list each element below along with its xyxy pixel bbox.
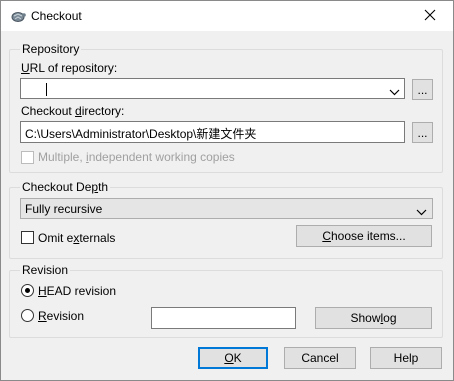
title-bar: Checkout	[1, 1, 453, 31]
browse-url-button[interactable]: ...	[412, 79, 433, 100]
text-cursor	[46, 83, 47, 96]
revision-group-label: Revision	[20, 263, 71, 277]
cancel-button[interactable]: Cancel	[284, 347, 356, 369]
window-title: Checkout	[31, 9, 82, 23]
close-icon	[424, 9, 436, 24]
chevron-down-icon[interactable]	[389, 85, 400, 99]
head-revision-label: HEAD revision	[38, 284, 117, 298]
checkout-directory-input[interactable]: C:\Users\Administrator\Desktop\新建文件夹	[20, 121, 405, 143]
checkout-depth-value: Fully recursive	[25, 202, 103, 216]
radio-selected-dot	[25, 288, 30, 293]
multiple-working-copies-label: Multiple, independent working copies	[38, 150, 235, 164]
specific-revision-radio[interactable]	[21, 309, 34, 322]
browse-directory-button[interactable]: ...	[412, 122, 433, 143]
help-button[interactable]: Help	[370, 347, 442, 369]
checkout-depth-group-label: Checkout Depth	[20, 180, 111, 194]
specific-revision-label: Revision	[38, 309, 85, 323]
url-combobox[interactable]	[20, 78, 405, 99]
url-label: URL of repository:	[21, 61, 118, 75]
tortoise-icon	[10, 9, 26, 23]
head-revision-radio[interactable]	[21, 284, 34, 297]
checkout-depth-select[interactable]: Fully recursive	[20, 198, 433, 219]
omit-externals-label: Omit externals	[38, 231, 116, 245]
show-log-button[interactable]: Show l og	[315, 307, 432, 329]
ok-button[interactable]: OK	[198, 347, 268, 369]
choose-items-button[interactable]: Choose items...	[296, 225, 432, 247]
omit-externals-checkbox[interactable]	[21, 231, 34, 244]
multiple-working-copies-checkbox[interactable]	[21, 151, 34, 164]
checkout-dialog: Checkout Repository URL of repository: .…	[0, 0, 454, 381]
close-button[interactable]	[407, 1, 453, 31]
repository-group-label: Repository	[20, 42, 82, 56]
checkout-directory-label: Checkout directory:	[21, 104, 125, 118]
revision-input[interactable]	[151, 307, 296, 329]
chevron-down-icon	[416, 205, 427, 219]
